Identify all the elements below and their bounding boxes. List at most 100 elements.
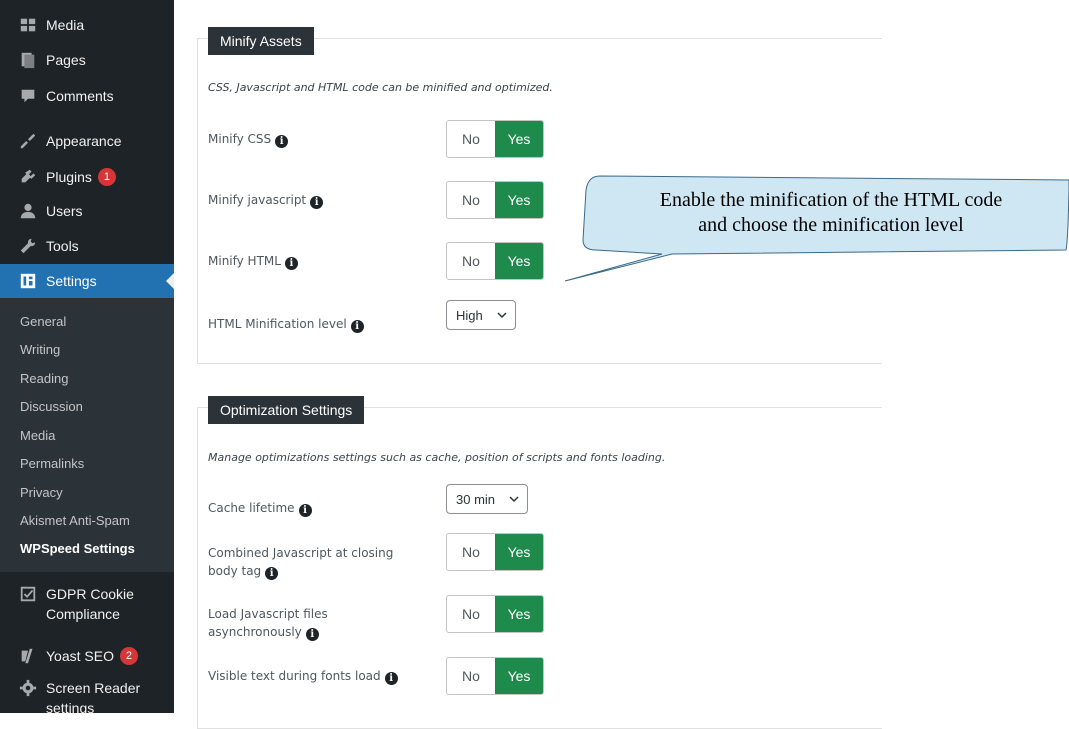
menu-item-settings[interactable]: Settings bbox=[0, 264, 174, 298]
chevron-down-icon bbox=[509, 496, 519, 503]
settings-icon bbox=[18, 271, 38, 291]
menu-label: Plugins bbox=[46, 169, 92, 185]
label-text-line1: Load Javascript files bbox=[208, 607, 328, 621]
toggle-no-option[interactable]: No bbox=[447, 121, 495, 157]
menu-label: Pages bbox=[46, 52, 86, 68]
minify-html-label: Minify HTML i bbox=[208, 252, 298, 270]
label-text-line2: asynchronously bbox=[208, 625, 302, 639]
menu-label-line2: Compliance bbox=[46, 606, 120, 622]
info-icon[interactable]: i bbox=[265, 567, 279, 580]
menu-label: Settings bbox=[46, 273, 97, 289]
label-text: Minify HTML bbox=[208, 254, 281, 268]
minify-javascript-label: Minify javascript i bbox=[208, 191, 324, 209]
callout-text: Enable the minification of the HTML code… bbox=[588, 188, 1069, 238]
menu-label-line1: GDPR Cookie bbox=[46, 586, 134, 602]
html-minification-level-label: HTML Minification level i bbox=[208, 315, 364, 333]
menu-item-pages[interactable]: Pages bbox=[0, 43, 174, 77]
submenu-item-reading[interactable]: Reading bbox=[20, 371, 68, 386]
combined-javascript-toggle[interactable]: No Yes bbox=[446, 533, 544, 571]
select-value: High bbox=[456, 307, 483, 323]
label-text: Visible text during fonts load bbox=[208, 669, 381, 683]
menu-item-screen-reader[interactable]: Screen Reader settings bbox=[0, 676, 174, 720]
checkbox-icon bbox=[18, 584, 38, 604]
menu-label: Users bbox=[46, 203, 83, 219]
toggle-yes-option[interactable]: Yes bbox=[495, 658, 543, 694]
menu-item-media[interactable]: Media bbox=[0, 8, 174, 42]
toggle-yes-option[interactable]: Yes bbox=[495, 121, 543, 157]
menu-label: Yoast SEO bbox=[46, 648, 114, 664]
menu-item-plugins[interactable]: Plugins 1 bbox=[0, 160, 174, 194]
submenu-item-media[interactable]: Media bbox=[20, 428, 55, 443]
panel-title: Minify Assets bbox=[208, 27, 314, 55]
appearance-icon bbox=[18, 131, 38, 151]
callout-line2: and choose the minification level bbox=[698, 214, 964, 236]
menu-label: Media bbox=[46, 17, 85, 33]
menu-label: Comments bbox=[46, 88, 114, 104]
label-text: Minify javascript bbox=[208, 193, 307, 207]
pages-icon bbox=[18, 50, 38, 70]
toggle-no-option[interactable]: No bbox=[447, 182, 495, 218]
visible-text-fonts-label: Visible text during fonts load i bbox=[208, 667, 398, 685]
minify-javascript-toggle[interactable]: No Yes bbox=[446, 181, 544, 219]
menu-item-tools[interactable]: Tools bbox=[0, 229, 174, 263]
submenu-item-privacy[interactable]: Privacy bbox=[20, 485, 63, 500]
menu-item-gdpr-cookie[interactable]: GDPR Cookie Compliance bbox=[0, 582, 174, 626]
toggle-no-option[interactable]: No bbox=[447, 596, 495, 632]
callout-line1: Enable the minification of the HTML code bbox=[659, 189, 1003, 211]
label-text-line1: Combined Javascript at closing bbox=[208, 546, 394, 560]
media-icon bbox=[18, 15, 38, 35]
menu-label: Tools bbox=[46, 238, 79, 254]
toggle-yes-option[interactable]: Yes bbox=[495, 596, 543, 632]
label-text: Cache lifetime bbox=[208, 501, 295, 515]
plugins-update-badge: 1 bbox=[97, 168, 116, 186]
cache-lifetime-label: Cache lifetime i bbox=[208, 499, 312, 517]
minify-css-label: Minify CSS i bbox=[208, 130, 289, 148]
info-icon[interactable]: i bbox=[310, 196, 324, 209]
visible-text-fonts-toggle[interactable]: No Yes bbox=[446, 657, 544, 695]
submenu-item-wpspeed[interactable]: WPSpeed Settings bbox=[20, 541, 135, 556]
main-content: Minify Assets CSS, Javascript and HTML c… bbox=[174, 0, 1069, 729]
info-icon[interactable]: i bbox=[305, 628, 319, 641]
info-icon[interactable]: i bbox=[298, 504, 312, 517]
settings-submenu: General Writing Reading Discussion Media… bbox=[0, 298, 174, 572]
label-text: Minify CSS bbox=[208, 132, 272, 146]
plugins-icon bbox=[18, 167, 38, 187]
combined-javascript-label: Combined Javascript at closing body tag i bbox=[208, 544, 393, 580]
panel-description: CSS, Javascript and HTML code can be min… bbox=[208, 81, 553, 94]
load-javascript-async-toggle[interactable]: No Yes bbox=[446, 595, 544, 633]
info-icon[interactable]: i bbox=[275, 135, 289, 148]
admin-sidebar: Media Pages Comments Appearance Plugins … bbox=[0, 0, 174, 716]
comments-icon bbox=[18, 86, 38, 106]
chevron-down-icon bbox=[497, 312, 507, 319]
label-text: HTML Minification level bbox=[208, 317, 347, 331]
select-value: 30 min bbox=[456, 491, 496, 507]
toggle-no-option[interactable]: No bbox=[447, 658, 495, 694]
info-icon[interactable]: i bbox=[350, 320, 364, 333]
submenu-item-discussion[interactable]: Discussion bbox=[20, 399, 83, 414]
toggle-no-option[interactable]: No bbox=[447, 534, 495, 570]
yoast-notification-badge: 2 bbox=[119, 647, 138, 665]
toggle-yes-option[interactable]: Yes bbox=[495, 534, 543, 570]
menu-label: Appearance bbox=[46, 133, 122, 149]
minify-css-toggle[interactable]: No Yes bbox=[446, 120, 544, 158]
toggle-yes-option[interactable]: Yes bbox=[495, 182, 543, 218]
minify-html-toggle[interactable]: No Yes bbox=[446, 242, 544, 280]
submenu-item-permalinks[interactable]: Permalinks bbox=[20, 456, 84, 471]
label-text-line2: body tag bbox=[208, 564, 262, 578]
info-icon[interactable]: i bbox=[384, 672, 398, 685]
toggle-no-option[interactable]: No bbox=[447, 243, 495, 279]
users-icon bbox=[18, 201, 38, 221]
tools-icon bbox=[18, 236, 38, 256]
submenu-item-general[interactable]: General bbox=[20, 314, 66, 329]
cache-lifetime-select[interactable]: 30 min bbox=[446, 484, 529, 514]
menu-item-appearance[interactable]: Appearance bbox=[0, 124, 174, 158]
info-icon[interactable]: i bbox=[284, 257, 298, 270]
toggle-yes-option[interactable]: Yes bbox=[495, 243, 543, 279]
menu-item-yoast-seo[interactable]: Yoast SEO 2 bbox=[0, 639, 174, 673]
html-minification-level-select[interactable]: High bbox=[446, 300, 516, 330]
menu-item-users[interactable]: Users bbox=[0, 194, 174, 228]
menu-label-line2: settings bbox=[46, 700, 95, 716]
submenu-item-akismet[interactable]: Akismet Anti-Spam bbox=[20, 513, 130, 528]
submenu-item-writing[interactable]: Writing bbox=[20, 342, 60, 357]
menu-item-comments[interactable]: Comments bbox=[0, 79, 174, 113]
